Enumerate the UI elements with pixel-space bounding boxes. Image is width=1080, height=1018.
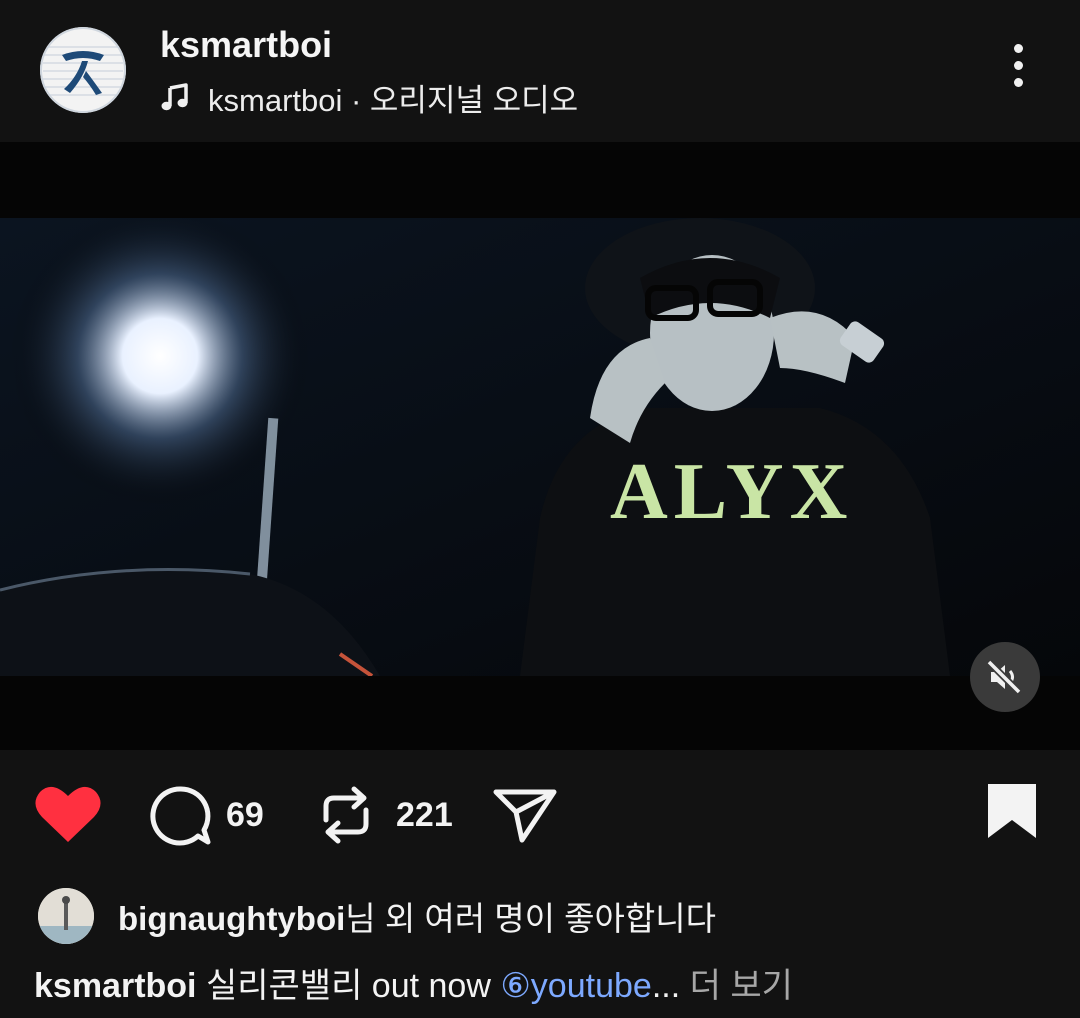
see-more-link[interactable]: 더 보기: [680, 967, 793, 1005]
caption-text: 실리콘밸리 out now: [196, 967, 501, 1005]
aphex-logo-icon: [43, 46, 123, 96]
caption-mention-link[interactable]: ⑥youtube: [500, 967, 651, 1005]
liker-avatar[interactable]: [38, 888, 94, 944]
send-icon[interactable]: [492, 784, 558, 844]
caption-username[interactable]: ksmartboi: [34, 967, 197, 1005]
comment-count: 69: [226, 796, 264, 834]
audio-label: ksmartboi · 오리지널 오디오: [208, 82, 579, 118]
letterbox-bottom: [0, 676, 1080, 750]
likes-summary[interactable]: bignaughtyboi님 외 여러 명이 좋아합니다: [38, 886, 716, 946]
liker-avatar-image: [38, 888, 94, 944]
more-vertical-icon: [1013, 44, 1023, 53]
bookmark-filled-icon[interactable]: [986, 782, 1038, 840]
post-caption: ksmartboi 실리콘밸리 out now ⑥youtube... 더 보기: [34, 958, 793, 1007]
video-player[interactable]: ALYX: [0, 142, 1080, 750]
post-header: ksmartboi ksmartboi · 오리지널 오디오: [0, 0, 1080, 142]
streetlight-glow: [10, 218, 310, 506]
letterbox-top: [0, 142, 1080, 218]
mute-button[interactable]: [970, 642, 1040, 712]
more-dot: [1013, 78, 1023, 87]
more-dot: [1013, 61, 1023, 70]
more-options-button[interactable]: [996, 44, 1040, 96]
speaker-muted-icon: [986, 659, 1022, 695]
post-username[interactable]: ksmartboi: [160, 24, 332, 66]
profile-avatar[interactable]: [40, 27, 126, 113]
repost-icon[interactable]: [318, 784, 374, 846]
shirt-text: ALYX: [610, 448, 853, 536]
liker-username[interactable]: bignaughtyboi: [118, 900, 345, 937]
heart-filled-icon[interactable]: [34, 784, 102, 844]
action-bar: 69 221: [0, 760, 1080, 870]
comment-bubble-icon[interactable]: [148, 784, 212, 848]
music-note-icon: [161, 83, 188, 111]
audio-attribution[interactable]: ksmartboi · 오리지널 오디오: [160, 76, 578, 118]
likes-suffix: 님 외 여러 명이 좋아합니다: [345, 900, 716, 937]
video-frame: ALYX: [0, 218, 1080, 676]
caption-ellipsis: ...: [651, 967, 681, 1005]
repost-count: 221: [396, 796, 453, 834]
likes-text: bignaughtyboi님 외 여러 명이 좋아합니다: [118, 892, 716, 940]
